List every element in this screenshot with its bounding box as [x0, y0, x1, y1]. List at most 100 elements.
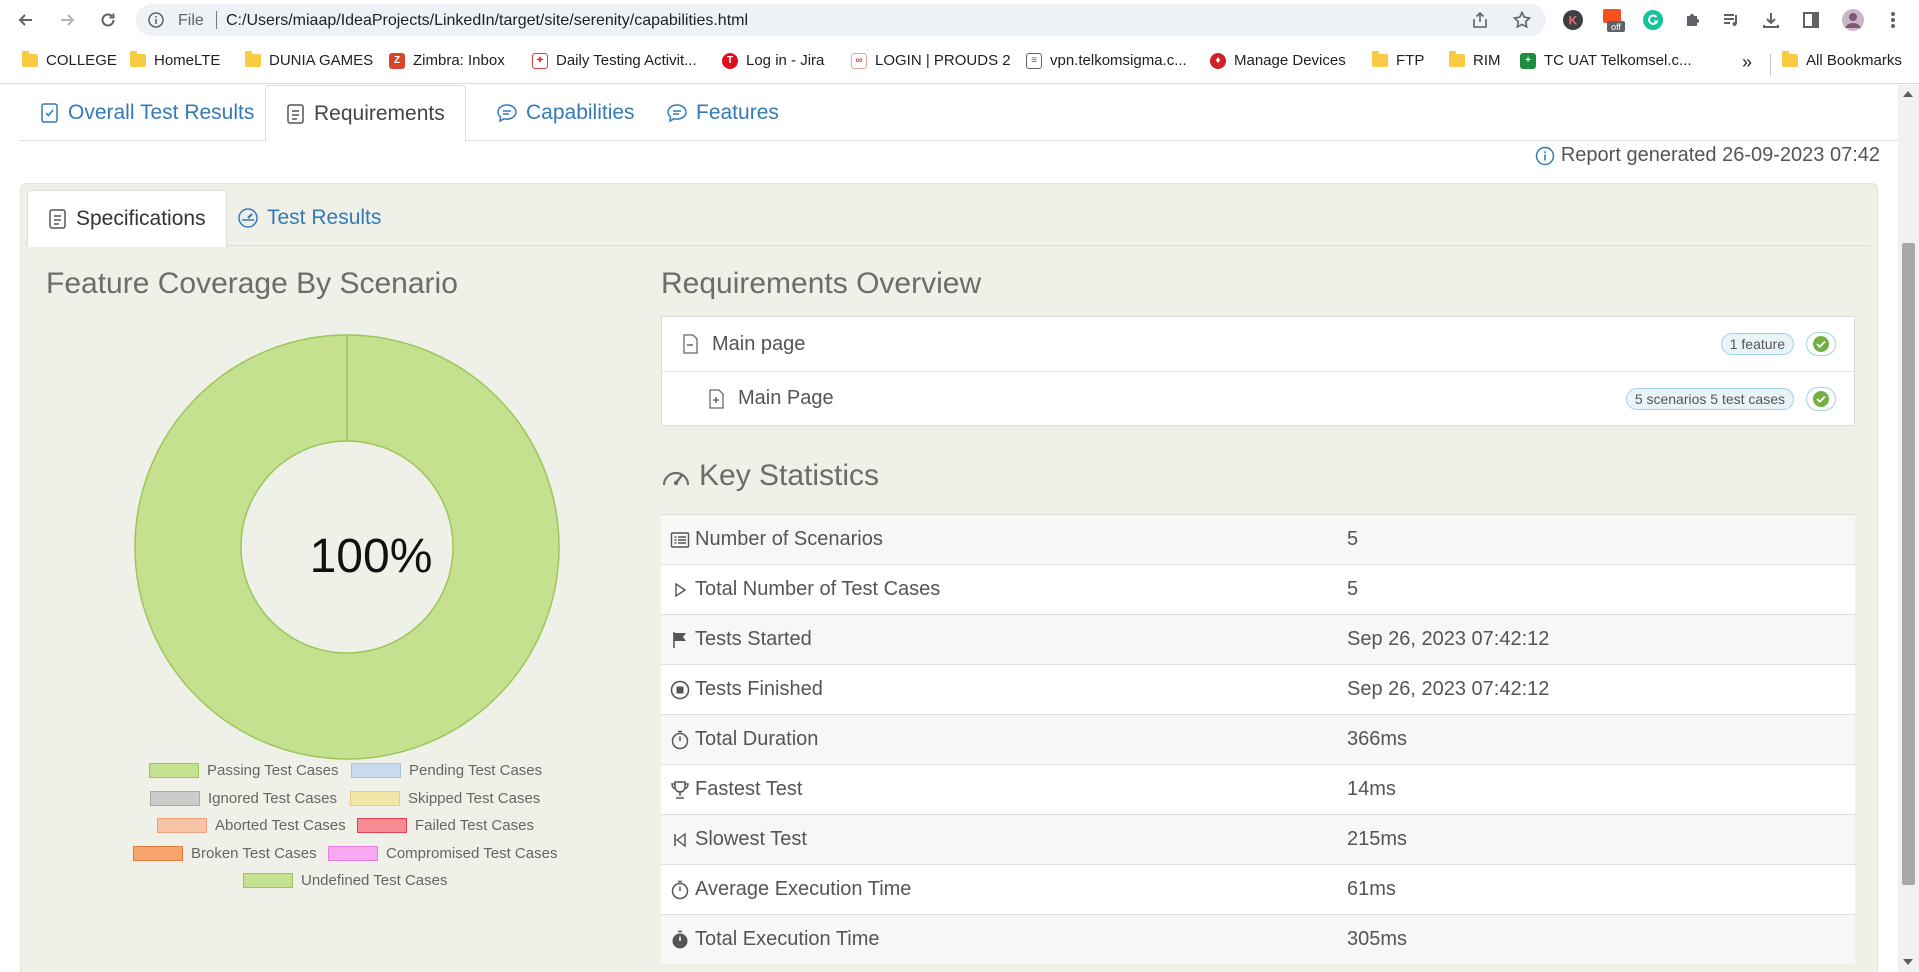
flag-icon [669, 631, 691, 649]
legend-ignored: Ignored Test Cases [150, 790, 337, 807]
play-outline-icon [669, 582, 691, 598]
speech-bubble-icon [667, 104, 687, 123]
legend-label: Broken Test Cases [191, 845, 317, 862]
checklist-icon [41, 103, 58, 123]
bookmark-star-icon[interactable] [1512, 10, 1532, 30]
folder-icon [1782, 51, 1798, 67]
bookmark-dunia-games[interactable]: DUNIA GAMES [245, 51, 374, 69]
requirement-label[interactable]: Main Page [738, 387, 834, 410]
expand-icon[interactable] [706, 388, 726, 410]
requirement-row-main-page-feature[interactable]: Main Page 5 scenarios 5 test cases [662, 371, 1854, 425]
list-icon [669, 531, 691, 549]
document-lines-icon [287, 103, 304, 124]
bookmark-label: Manage Devices [1234, 52, 1346, 69]
bookmark-daily-testing[interactable]: ✦ Daily Testing Activit... [532, 52, 697, 69]
tab-capabilities[interactable]: Capabilities [476, 85, 655, 141]
profile-avatar-icon[interactable] [1840, 7, 1866, 33]
stat-value: 14ms [1347, 778, 1396, 800]
bookmark-homelte[interactable]: HomeLTE [130, 51, 220, 69]
folder-icon [1449, 51, 1465, 67]
collapse-icon[interactable] [680, 333, 700, 355]
stat-label: Tests Started [695, 628, 812, 650]
bookmark-label: COLLEGE [46, 52, 117, 69]
folder-icon [245, 51, 261, 67]
requirement-label[interactable]: Main page [712, 333, 805, 356]
bookmark-vpn[interactable]: ≡ vpn.telkomsigma.c... [1026, 52, 1187, 69]
legend-swatch [357, 818, 407, 833]
address-bar[interactable]: File C:/Users/miaap/IdeaProjects/LinkedI… [136, 4, 1546, 36]
stat-row-tests-finished: Tests Finished Sep 26, 2023 07:42:12 [661, 664, 1855, 714]
zimbra-icon: Z [389, 52, 405, 69]
grammarly-icon[interactable] [1640, 7, 1666, 33]
legend-swatch [351, 763, 401, 778]
stat-value: 61ms [1347, 878, 1396, 900]
tab-specifications[interactable]: Specifications [27, 190, 227, 247]
bookmark-label: DUNIA GAMES [269, 52, 374, 69]
reading-list-icon[interactable] [1718, 7, 1744, 33]
report-generated-text: Report generated 26-09-2023 07:42 [1560, 144, 1880, 166]
share-icon[interactable] [1470, 10, 1490, 30]
url-text[interactable]: C:/Users/miaap/IdeaProjects/LinkedIn/tar… [226, 12, 748, 30]
legend-broken: Broken Test Cases [133, 845, 317, 862]
legend-failed: Failed Test Cases [357, 817, 534, 834]
tab-test-results[interactable]: Test Results [217, 190, 401, 246]
tab-label: Features [696, 101, 779, 124]
success-status-icon [1806, 332, 1836, 356]
legend-swatch [350, 791, 400, 806]
bookmark-rim[interactable]: RIM [1449, 51, 1501, 69]
k-extension-icon[interactable]: K [1560, 7, 1586, 33]
download-icon[interactable] [1758, 7, 1784, 33]
bookmark-jira[interactable]: T Log in - Jira [722, 52, 824, 69]
legend-swatch [328, 846, 378, 861]
manage-devices-icon: ♦ [1210, 52, 1226, 69]
tab-overall-test-results[interactable]: Overall Test Results [20, 85, 274, 141]
folder-icon [130, 51, 146, 67]
key-statistics-table: Number of Scenarios 5 Total Number of Te… [661, 514, 1855, 964]
stat-row-average-execution-time: Average Execution Time 61ms [661, 864, 1855, 914]
stopwatch-icon [669, 730, 691, 750]
more-menu-icon[interactable] [1880, 7, 1906, 33]
stat-label: Fastest Test [695, 778, 803, 800]
sub-tabs: Specifications Test Results [27, 190, 1871, 247]
tab-label: Requirements [314, 101, 445, 125]
stat-label: Total Duration [695, 728, 819, 750]
svg-text:K: K [1569, 14, 1578, 28]
info-icon[interactable] [148, 12, 164, 28]
dashboard-gauge-icon [238, 208, 258, 228]
scroll-down-arrow-icon[interactable] [1903, 959, 1913, 965]
bookmark-tc-uat[interactable]: + TC UAT Telkomsel.c... [1520, 52, 1692, 69]
bookmark-label: LOGIN | PROUDS 2 [875, 52, 1011, 69]
back-button[interactable] [12, 6, 40, 34]
side-panel-icon[interactable] [1798, 7, 1824, 33]
tab-features[interactable]: Features [646, 85, 799, 141]
key-statistics-title: Key Statistics [699, 459, 880, 492]
jira-icon: T [722, 52, 738, 69]
puzzle-icon[interactable] [1680, 7, 1706, 33]
stat-label: Average Execution Time [695, 878, 912, 900]
stat-value: 366ms [1347, 728, 1408, 750]
main-tabs: Overall Test Results Requirements Capabi… [20, 85, 1898, 142]
legend-label: Compromised Test Cases [386, 845, 558, 862]
success-status-icon [1806, 387, 1836, 411]
scrollbar-thumb[interactable] [1902, 243, 1915, 885]
coverage-title: Feature Coverage By Scenario [46, 267, 458, 300]
forward-button[interactable] [53, 6, 81, 34]
more-bookmarks-button[interactable]: » [1742, 52, 1752, 73]
bookmark-manage-devices[interactable]: ♦ Manage Devices [1210, 52, 1346, 69]
requirement-row-main-page[interactable]: Main page 1 feature [662, 317, 1854, 371]
stopwatch-icon [669, 880, 691, 900]
all-bookmarks-button[interactable]: All Bookmarks [1782, 51, 1902, 69]
bookmark-college[interactable]: COLLEGE [22, 51, 117, 69]
reload-button[interactable] [94, 6, 122, 34]
bookmark-zimbra[interactable]: Z Zimbra: Inbox [389, 52, 505, 69]
off-extension-icon[interactable]: off [1600, 7, 1626, 33]
scroll-up-arrow-icon[interactable] [1903, 91, 1913, 97]
legend-skipped: Skipped Test Cases [350, 790, 540, 807]
legend-swatch [157, 818, 207, 833]
stat-value: 305ms [1347, 928, 1408, 950]
page-scrollbar[interactable] [1898, 85, 1919, 972]
browser-window: File C:/Users/miaap/IdeaProjects/LinkedI… [0, 0, 1919, 972]
tab-requirements[interactable]: Requirements [265, 85, 466, 142]
bookmark-ftp[interactable]: FTP [1372, 51, 1424, 69]
bookmark-prouds[interactable]: ∞ LOGIN | PROUDS 2 [851, 52, 1011, 69]
